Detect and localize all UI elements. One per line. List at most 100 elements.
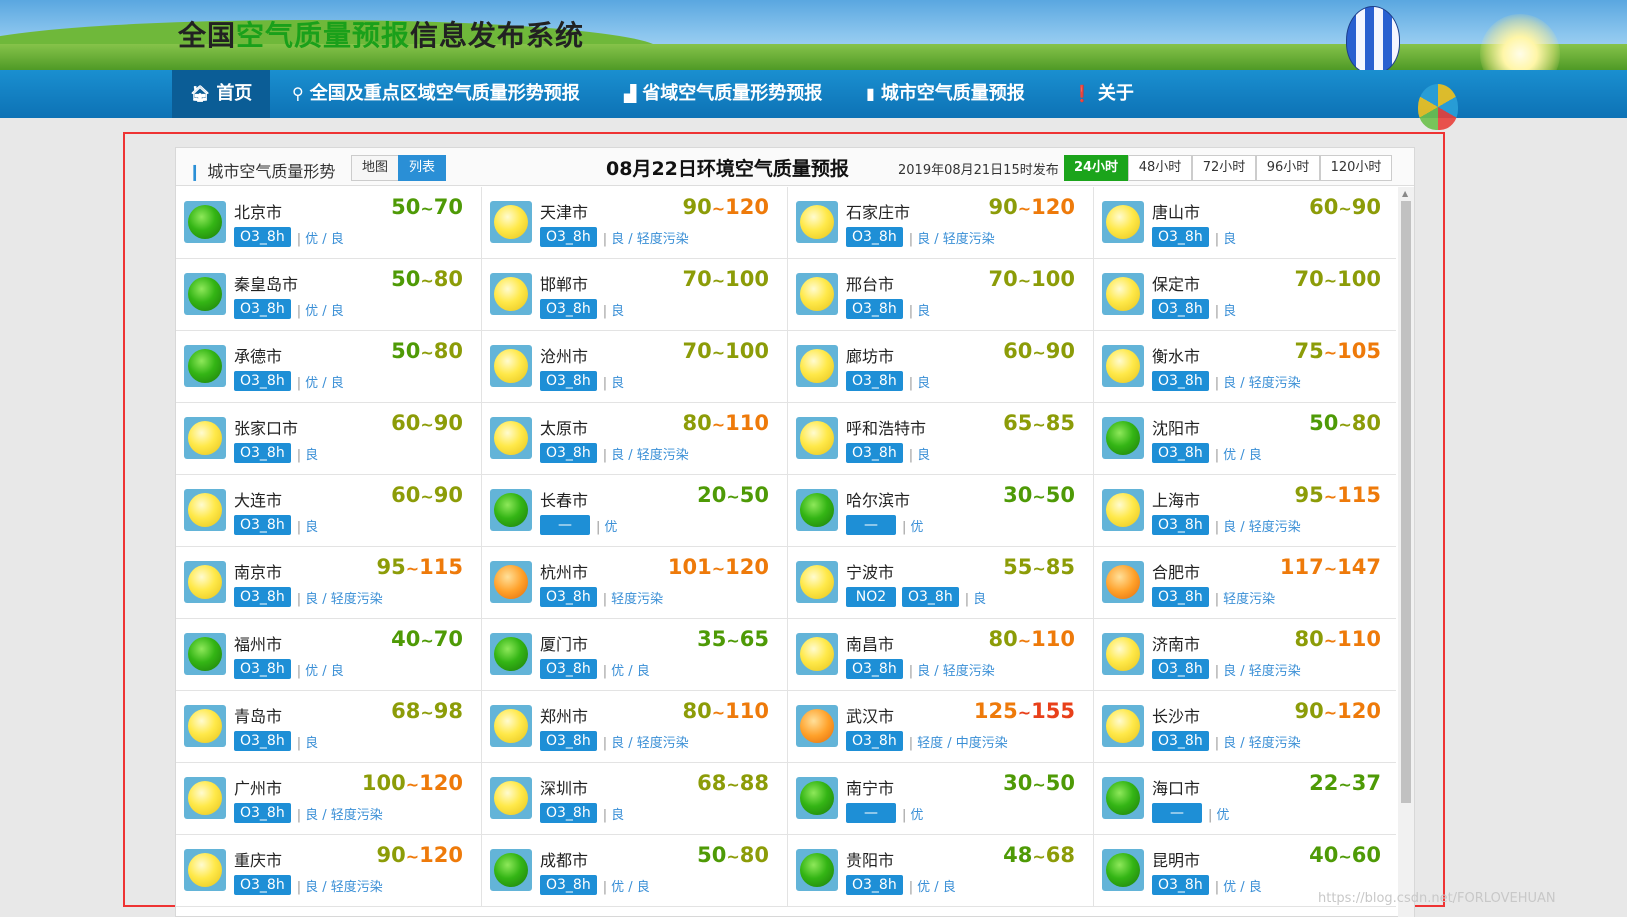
city-card[interactable]: 邯郸市 70~100 O3_8h | 良 — [482, 259, 788, 331]
pipe-divider: | — [602, 231, 608, 247]
pollutant-tags: O3_8h | 良 / 轻度污染 — [1152, 515, 1301, 535]
aqi-high: 65 — [739, 627, 769, 651]
aqi-range: 55~85 — [1003, 555, 1075, 579]
aqi-level-ball-icon — [1102, 201, 1144, 243]
city-card[interactable]: 承德市 50~80 O3_8h | 优 / 良 — [176, 331, 482, 403]
city-card[interactable]: 北京市 50~70 O3_8h | 优 / 良 — [176, 187, 482, 259]
pollutant-tag: O3_8h — [234, 371, 291, 391]
city-card[interactable]: 呼和浩特市 65~85 O3_8h | 良 — [788, 403, 1094, 475]
city-card[interactable]: 贵阳市 48~68 O3_8h | 优 / 良 — [788, 835, 1094, 907]
city-card[interactable]: 邢台市 70~100 O3_8h | 良 — [788, 259, 1094, 331]
aqi-high: 115 — [1337, 483, 1381, 507]
pollutant-tags: O3_8h | 良 — [846, 371, 930, 391]
aqi-high: 90 — [433, 483, 463, 507]
city-card[interactable]: 青岛市 68~98 O3_8h | 良 — [176, 691, 482, 763]
city-card[interactable]: 郑州市 80~110 O3_8h | 良 / 轻度污染 — [482, 691, 788, 763]
aqi-high: 110 — [1031, 627, 1075, 651]
city-card[interactable]: 张家口市 60~90 O3_8h | 良 — [176, 403, 482, 475]
city-card[interactable]: 济南市 80~110 O3_8h | 良 / 轻度污染 — [1094, 619, 1396, 691]
aqi-ball — [188, 205, 222, 239]
aqi-level-label: 良 / 轻度污染 — [611, 735, 689, 751]
city-card[interactable]: 衡水市 75~105 O3_8h | 良 / 轻度污染 — [1094, 331, 1396, 403]
city-card[interactable]: 重庆市 90~120 O3_8h | 良 / 轻度污染 — [176, 835, 482, 907]
city-card[interactable]: 南昌市 80~110 O3_8h | 良 / 轻度污染 — [788, 619, 1094, 691]
city-card[interactable]: 上海市 95~115 O3_8h | 良 / 轻度污染 — [1094, 475, 1396, 547]
city-card[interactable]: 太原市 80~110 O3_8h | 良 / 轻度污染 — [482, 403, 788, 475]
pollutant-tags: O3_8h | 良 — [846, 443, 930, 463]
nav-city-forecast[interactable]: ▮ 城市空气质量预报 — [848, 70, 1043, 118]
aqi-separator: ~ — [1338, 775, 1352, 794]
scroll-up-arrow-icon[interactable]: ▲ — [1402, 189, 1408, 198]
aqi-level-label: 良 / 轻度污染 — [917, 231, 995, 247]
city-card[interactable]: 深圳市 68~88 O3_8h | 良 — [482, 763, 788, 835]
vertical-scrollbar[interactable]: ▲ — [1398, 187, 1414, 917]
aqi-range: 100~120 — [362, 771, 463, 795]
view-list-button[interactable]: 列表 — [398, 155, 447, 181]
city-card[interactable]: 合肥市 117~147 O3_8h | 轻度污染 — [1094, 547, 1396, 619]
city-card[interactable]: 武汉市 125~155 O3_8h | 轻度 / 中度污染 — [788, 691, 1094, 763]
city-card[interactable]: 长春市 20~50 — | 优 — [482, 475, 788, 547]
city-card[interactable]: 杭州市 101~120 O3_8h | 轻度污染 — [482, 547, 788, 619]
nav-national-forecast[interactable]: ⚲ 全国及重点区域空气质量形势预报 — [274, 70, 598, 118]
pipe-divider: | — [1214, 735, 1220, 751]
pollutant-tag: O3_8h — [540, 443, 597, 463]
aqi-low: 70 — [682, 267, 712, 291]
city-card[interactable]: 石家庄市 90~120 O3_8h | 良 / 轻度污染 — [788, 187, 1094, 259]
pollutant-tag: O3_8h — [540, 299, 597, 319]
nav-about[interactable]: ❗ 关于 — [1054, 70, 1152, 118]
city-card[interactable]: 秦皇岛市 50~80 O3_8h | 优 / 良 — [176, 259, 482, 331]
city-card[interactable]: 沧州市 70~100 O3_8h | 良 — [482, 331, 788, 403]
aqi-range: 70~100 — [683, 339, 769, 363]
city-card[interactable]: 南宁市 30~50 — | 优 — [788, 763, 1094, 835]
aqi-level-label: 良 — [611, 807, 625, 823]
city-card[interactable]: 宁波市 55~85 NO2 O3_8h | 良 — [788, 547, 1094, 619]
pollutant-tags: O3_8h | 轻度 / 中度污染 — [846, 731, 1008, 751]
scrollbar-thumb[interactable] — [1401, 201, 1411, 803]
tab-24h[interactable]: 24小时 — [1064, 155, 1128, 181]
aqi-level-ball-icon — [796, 489, 838, 531]
aqi-level-text: | 优 / 良 — [909, 876, 956, 895]
city-card[interactable]: 长沙市 90~120 O3_8h | 良 / 轻度污染 — [1094, 691, 1396, 763]
tab-120h[interactable]: 120小时 — [1320, 155, 1392, 181]
aqi-low: 80 — [988, 627, 1018, 651]
city-name: 昆明市 — [1152, 851, 1201, 870]
pollutant-tags: O3_8h | 良 — [846, 299, 930, 319]
pipe-divider: | — [602, 303, 608, 319]
aqi-level-ball-icon — [1102, 705, 1144, 747]
pipe-divider: | — [296, 447, 302, 463]
city-card[interactable]: 福州市 40~70 O3_8h | 优 / 良 — [176, 619, 482, 691]
aqi-ball — [800, 781, 834, 815]
pipe-divider: | — [602, 807, 608, 823]
city-card[interactable]: 大连市 60~90 O3_8h | 良 — [176, 475, 482, 547]
nav-provincial-forecast[interactable]: ▟ 省域空气质量形势预报 — [606, 70, 840, 118]
nav-home[interactable]: 🏠︎ 首页 — [172, 70, 271, 118]
pollutant-tag: O3_8h — [234, 227, 291, 247]
aqi-high: 120 — [725, 195, 769, 219]
aqi-separator: ~ — [1032, 847, 1046, 866]
aqi-level-text: | 良 / 轻度污染 — [909, 660, 995, 679]
city-card[interactable]: 南京市 95~115 O3_8h | 良 / 轻度污染 — [176, 547, 482, 619]
tab-96h[interactable]: 96小时 — [1256, 155, 1320, 181]
aqi-low: 40 — [1309, 843, 1339, 867]
city-card[interactable]: 厦门市 35~65 O3_8h | 优 / 良 — [482, 619, 788, 691]
city-card[interactable]: 广州市 100~120 O3_8h | 良 / 轻度污染 — [176, 763, 482, 835]
city-card[interactable]: 唐山市 60~90 O3_8h | 良 — [1094, 187, 1396, 259]
aqi-high: 37 — [1351, 771, 1381, 795]
city-card[interactable]: 哈尔滨市 30~50 — | 优 — [788, 475, 1094, 547]
city-card[interactable]: 沈阳市 50~80 O3_8h | 优 / 良 — [1094, 403, 1396, 475]
city-card[interactable]: 成都市 50~80 O3_8h | 优 / 良 — [482, 835, 788, 907]
city-card[interactable]: 海口市 22~37 — | 优 — [1094, 763, 1396, 835]
aqi-level-label: 良 — [305, 735, 319, 751]
city-card[interactable]: 天津市 90~120 O3_8h | 良 / 轻度污染 — [482, 187, 788, 259]
tab-72h[interactable]: 72小时 — [1192, 155, 1256, 181]
aqi-level-ball-icon — [184, 345, 226, 387]
pollutant-tags: O3_8h | 优 / 良 — [234, 299, 344, 319]
city-card[interactable]: 廊坊市 60~90 O3_8h | 良 — [788, 331, 1094, 403]
view-map-button[interactable]: 地图 — [351, 155, 400, 181]
aqi-high: 155 — [1031, 699, 1075, 723]
aqi-range: 75~105 — [1295, 339, 1381, 363]
city-card[interactable]: 保定市 70~100 O3_8h | 良 — [1094, 259, 1396, 331]
tab-48h[interactable]: 48小时 — [1128, 155, 1192, 181]
pollutant-tag: O3_8h — [1152, 659, 1209, 679]
aqi-low: 70 — [988, 267, 1018, 291]
